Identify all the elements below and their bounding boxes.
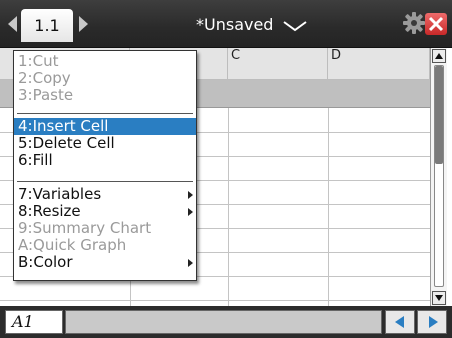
submenu-arrow-icon	[188, 191, 193, 199]
cell-reference[interactable]: A1	[5, 310, 63, 334]
menu-item-fill[interactable]: 6:Fill	[14, 152, 196, 169]
submenu-arrow-icon	[188, 208, 193, 216]
tab-next-icon[interactable]	[79, 16, 88, 32]
nav-left-button[interactable]	[385, 310, 415, 334]
vertical-scrollbar[interactable]	[430, 48, 447, 306]
menu-item-resize[interactable]: 8:Resize	[14, 203, 196, 220]
menu-separator	[17, 181, 193, 182]
scroll-track[interactable]	[434, 65, 444, 287]
menu-item-summary-chart[interactable]: 9:Summary Chart	[14, 220, 196, 237]
menu-item-insert-cell[interactable]: 4:Insert Cell	[14, 118, 196, 135]
menu-item-cut[interactable]: 1:Cut	[14, 53, 196, 70]
tab-page[interactable]: 1.1	[21, 9, 73, 42]
column-label-c: C	[231, 48, 241, 63]
tab-prev-icon[interactable]	[8, 16, 17, 32]
document-title[interactable]: *Unsaved	[196, 14, 273, 36]
scroll-down-icon[interactable]	[432, 291, 446, 305]
menu-separator	[17, 113, 193, 114]
menu-item-copy[interactable]: 2:Copy	[14, 70, 196, 87]
grid-line	[0, 300, 430, 301]
menu-item-delete-cell[interactable]: 5:Delete Cell	[14, 135, 196, 152]
submenu-arrow-icon	[188, 259, 193, 267]
gear-icon[interactable]	[403, 12, 425, 34]
column-header-d[interactable]: D	[328, 48, 430, 80]
entry-line[interactable]	[65, 310, 382, 334]
context-menu: 1:Cut 2:Copy 3:Paste 4:Insert Cell 5:Del…	[13, 50, 197, 281]
menu-item-color-label: B:Color	[18, 253, 73, 271]
close-icon	[428, 16, 444, 32]
nav-right-button[interactable]	[417, 310, 447, 334]
menu-item-variables-label: 7:Variables	[18, 185, 102, 203]
menu-item-paste[interactable]: 3:Paste	[14, 87, 196, 104]
title-bar: 1.1 *Unsaved	[0, 0, 452, 48]
scroll-thumb[interactable]	[435, 66, 443, 164]
scroll-up-icon[interactable]	[432, 49, 446, 63]
status-bar: A1	[0, 306, 452, 338]
column-header-c[interactable]: C	[228, 48, 328, 80]
column-label-d: D	[331, 48, 342, 63]
menu-item-color[interactable]: B:Color	[14, 254, 196, 271]
grid-line	[328, 108, 329, 306]
close-button[interactable]	[425, 13, 447, 35]
grid-line	[228, 108, 229, 306]
menu-item-variables[interactable]: 7:Variables	[14, 186, 196, 203]
menu-item-quick-graph[interactable]: A:Quick Graph	[14, 237, 196, 254]
chevron-down-icon[interactable]	[282, 20, 308, 32]
menu-item-resize-label: 8:Resize	[18, 202, 81, 220]
